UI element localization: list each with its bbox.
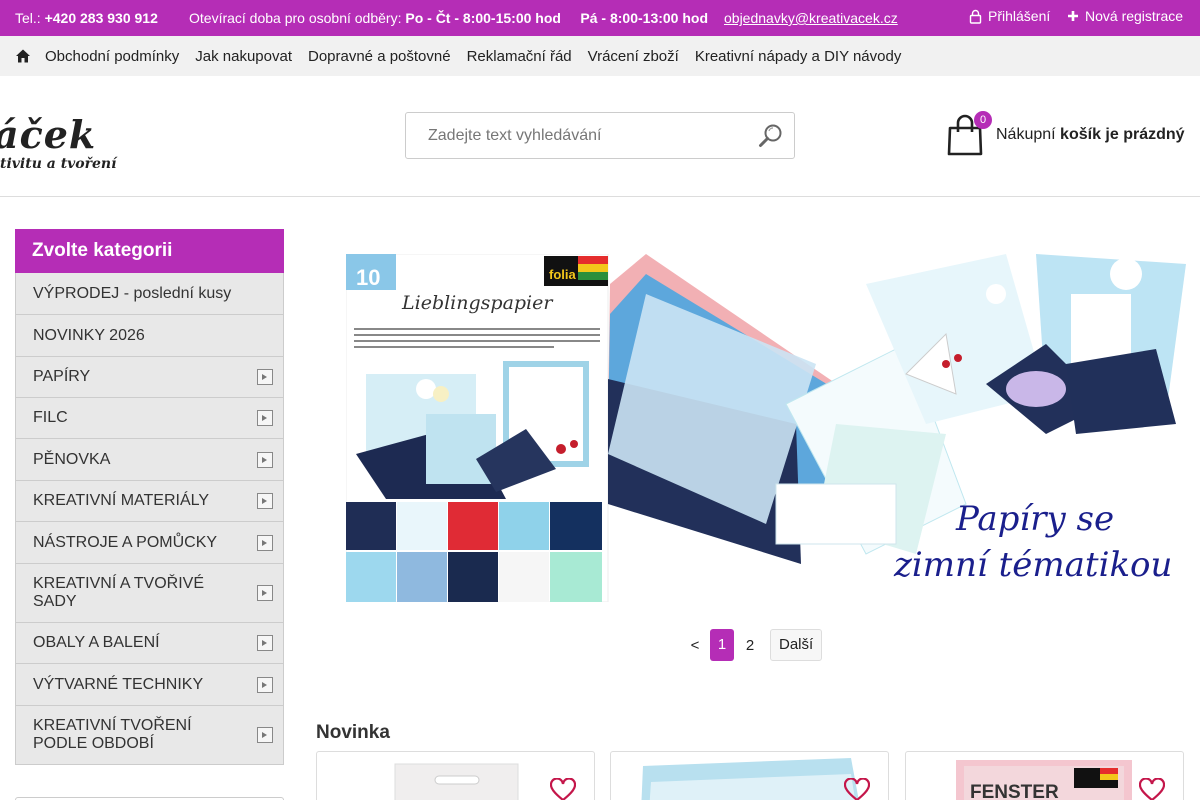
category-item[interactable]: NÁSTROJE A POMŮCKY: [15, 522, 284, 564]
category-item[interactable]: KREATIVNÍ MATERIÁLY: [15, 481, 284, 522]
cart-label: Nákupní: [996, 126, 1056, 143]
logo-wordmark: áček: [0, 112, 97, 157]
email-link[interactable]: objednavky@kreativacek.cz: [724, 10, 898, 26]
logo-tagline: tivitu a tvoření: [0, 156, 117, 172]
expand-arrow-icon[interactable]: [257, 585, 273, 601]
category-label: PĚNOVKA: [33, 450, 111, 468]
product-label: FENSTER: [970, 782, 1059, 800]
pack-title: Lieblingspapier: [401, 292, 554, 314]
section-title: Novinka: [316, 722, 390, 743]
expand-arrow-icon[interactable]: [257, 635, 273, 651]
brand-logo-text: folia: [549, 267, 576, 282]
nav-shipping[interactable]: Dopravné a poštovné: [308, 48, 451, 65]
category-label: OBALY A BALENÍ: [33, 634, 160, 651]
category-label: KREATIVNÍ MATERIÁLY: [33, 492, 210, 509]
cart-bag: 0: [947, 111, 992, 156]
pager-prev[interactable]: <: [680, 637, 710, 654]
cart-count-badge: 0: [974, 111, 992, 129]
heart-icon[interactable]: [550, 778, 576, 800]
banner-pager: < 1 2 Další: [680, 629, 823, 661]
cart-widget[interactable]: 0 Nákupní košík je prázdný: [947, 111, 1185, 156]
banner-headline-1: Papíry se: [955, 499, 1114, 539]
expand-arrow-icon[interactable]: [257, 676, 273, 693]
expand-arrow-icon[interactable]: [257, 534, 273, 551]
phone-number[interactable]: +420 283 930 912: [45, 10, 158, 26]
banner-headline-2: zimní tématikou: [893, 545, 1172, 585]
phone-label: Tel.:: [15, 10, 41, 26]
category-item[interactable]: VÝTVARNÉ TECHNIKY: [15, 664, 284, 706]
pager-page-2[interactable]: 2: [734, 637, 766, 654]
category-label: NOVINKY 2026: [33, 326, 145, 344]
login-label: Přihlášení: [988, 8, 1051, 24]
category-label: NÁSTROJE A POMŮCKY: [33, 533, 218, 551]
main-nav: Obchodní podmínky Jak nakupovat Dopravné…: [0, 36, 1200, 76]
hours-friday: Pá - 8:00-13:00 hod: [580, 10, 709, 26]
search-input[interactable]: [406, 113, 736, 158]
login-link[interactable]: Přihlášení: [969, 8, 1050, 24]
category-label: FILC: [33, 409, 68, 426]
pack-count: 10: [356, 265, 380, 290]
category-sidebar: Zvolte kategorii VÝPRODEJ - poslední kus…: [15, 229, 284, 800]
expand-arrow-icon[interactable]: [257, 410, 273, 426]
phone-info: Tel.: +420 283 930 912: [15, 10, 158, 26]
register-link[interactable]: Nová registrace: [1067, 8, 1183, 24]
expand-arrow-icon[interactable]: [257, 493, 273, 509]
category-item[interactable]: PAPÍRY: [15, 357, 284, 398]
expand-arrow-icon[interactable]: [257, 369, 273, 385]
category-label: PAPÍRY: [33, 368, 91, 385]
category-item[interactable]: FILC: [15, 398, 284, 439]
category-item[interactable]: NOVINKY 2026: [15, 315, 284, 357]
nav-diy-ideas[interactable]: Kreativní nápady a DIY návody: [695, 48, 902, 65]
category-label: KREATIVNÍ A TVOŘIVÉ SADY: [33, 575, 205, 610]
top-bar: Tel.: +420 283 930 912 Otevírací doba pr…: [0, 0, 1200, 36]
lock-icon: [969, 9, 982, 24]
sidebar-title: Zvolte kategorii: [15, 229, 284, 273]
cart-status: Nákupní košík je prázdný: [996, 126, 1185, 144]
expand-arrow-icon[interactable]: [257, 727, 273, 743]
product-card[interactable]: [610, 751, 889, 800]
category-label: VÝPRODEJ - poslední kusy: [33, 284, 232, 302]
expand-arrow-icon[interactable]: [257, 451, 273, 468]
category-item[interactable]: KREATIVNÍ TVOŘENÍ PODLE OBDOBÍ: [15, 706, 284, 765]
nav-returns[interactable]: Vrácení zboží: [588, 48, 679, 65]
category-item[interactable]: VÝPRODEJ - poslední kusy: [15, 273, 284, 315]
cart-empty-text: košík je prázdný: [1060, 126, 1185, 143]
nav-complaints[interactable]: Reklamační řád: [467, 48, 572, 65]
category-label: KREATIVNÍ TVOŘENÍ PODLE OBDOBÍ: [33, 717, 192, 752]
category-item[interactable]: OBALY A BALENÍ: [15, 623, 284, 664]
promo-banner[interactable]: 10 folia Lieblingspapier Papíry se zimní…: [345, 253, 1186, 603]
plus-icon: [1068, 11, 1078, 21]
heart-icon[interactable]: [844, 778, 870, 800]
banner-artwork: 10 folia Lieblingspapier Papíry se zimní…: [345, 253, 1186, 603]
home-icon[interactable]: [15, 48, 31, 64]
search-icon[interactable]: [758, 123, 784, 149]
product-card[interactable]: [316, 751, 595, 800]
nav-terms[interactable]: Obchodní podmínky: [45, 48, 179, 65]
category-item[interactable]: PĚNOVKA: [15, 439, 284, 481]
register-label: Nová registrace: [1085, 8, 1184, 24]
heart-icon[interactable]: [1139, 778, 1165, 800]
site-logo[interactable]: áček tivitu a tvoření: [0, 112, 117, 173]
hours-weekdays: Po - Čt - 8:00-15:00 hod: [405, 10, 561, 26]
nav-how-to-buy[interactable]: Jak nakupovat: [195, 48, 292, 65]
hours-label: Otevírací doba pro osobní odběry:: [189, 10, 402, 26]
product-card[interactable]: FENSTER: [905, 751, 1184, 800]
opening-hours: Otevírací doba pro osobní odběry: Po - Č…: [189, 10, 708, 26]
category-label: VÝTVARNÉ TECHNIKY: [33, 675, 204, 693]
category-item[interactable]: KREATIVNÍ A TVOŘIVÉ SADY: [15, 564, 284, 623]
search-box: [405, 112, 795, 159]
pager-page-1[interactable]: 1: [710, 629, 734, 661]
pager-next[interactable]: Další: [770, 629, 823, 661]
site-header: áček tivitu a tvoření 0 Nákupní košík je…: [0, 76, 1200, 197]
